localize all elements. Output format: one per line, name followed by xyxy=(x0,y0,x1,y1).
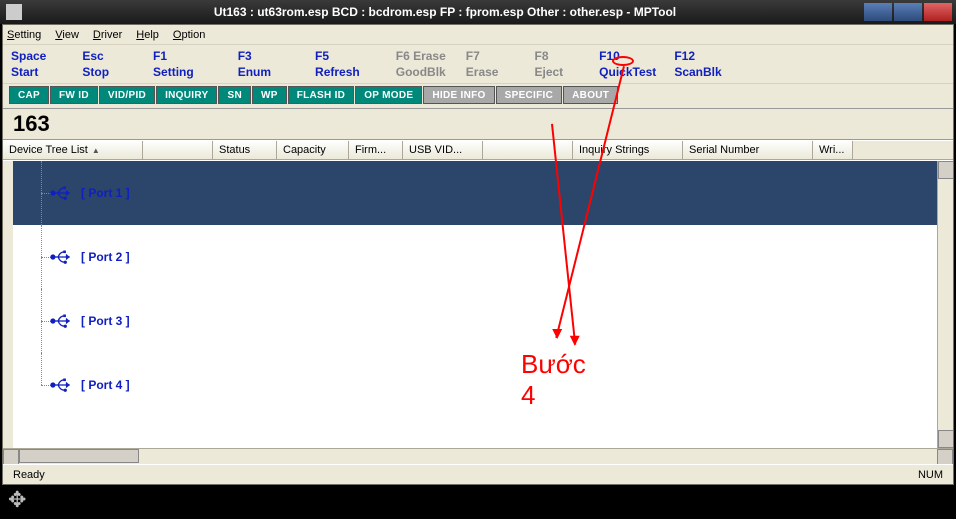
move-cursor-icon: ✥ xyxy=(8,487,26,513)
menu-setting[interactable]: Setting xyxy=(7,29,41,41)
status-num: NUM xyxy=(912,469,949,481)
toolbar: CAPFW IDVID/PIDINQUIRYSNWPFLASH IDOP MOD… xyxy=(3,84,953,109)
toolbar-hide-info[interactable]: HIDE INFO xyxy=(423,86,494,104)
function-key-bar: SpaceStart EscStop F1Setting F3Enum F5Refres… xyxy=(3,45,953,84)
port-label: [ Port 2 ] xyxy=(81,250,130,264)
app-icon xyxy=(6,4,22,20)
menubar: Setting View Driver Help Option xyxy=(3,25,953,45)
usb-icon xyxy=(49,376,75,394)
port-3[interactable]: [ Port 3 ] xyxy=(13,289,937,353)
header-blank[interactable] xyxy=(483,141,573,159)
maximize-button[interactable] xyxy=(894,3,922,21)
port-4[interactable]: [ Port 4 ] xyxy=(13,353,937,417)
toolbar-cap[interactable]: CAP xyxy=(9,86,49,104)
fkey-f5[interactable]: F5Refresh xyxy=(315,49,360,79)
usb-icon xyxy=(49,312,75,330)
header-inquiry-strings[interactable]: Inquiry Strings xyxy=(573,141,683,159)
toolbar-about[interactable]: ABOUT xyxy=(563,86,618,104)
fkey-space[interactable]: SpaceStart xyxy=(11,49,46,79)
toolbar-wp[interactable]: WP xyxy=(252,86,287,104)
header-wri-[interactable]: Wri... xyxy=(813,141,853,159)
header-device-tree-list[interactable]: Device Tree List▲ xyxy=(3,141,143,159)
toolbar-sn[interactable]: SN xyxy=(218,86,251,104)
count-value: 163 xyxy=(3,109,953,140)
toolbar-inquiry[interactable]: INQUIRY xyxy=(156,86,217,104)
fkey-esc[interactable]: EscStop xyxy=(82,49,109,79)
toolbar-vid-pid[interactable]: VID/PID xyxy=(99,86,155,104)
vertical-scrollbar[interactable] xyxy=(937,161,953,448)
usb-icon xyxy=(49,184,75,202)
toolbar-specific[interactable]: SPECIFIC xyxy=(496,86,563,104)
toolbar-fw-id[interactable]: FW ID xyxy=(50,86,98,104)
port-2[interactable]: [ Port 2 ] xyxy=(13,225,937,289)
port-label: [ Port 4 ] xyxy=(81,378,130,392)
fkey-f12[interactable]: F12ScanBlk xyxy=(674,49,721,79)
menu-help[interactable]: Help xyxy=(136,29,159,41)
header-serial-number[interactable]: Serial Number xyxy=(683,141,813,159)
port-1[interactable]: [ Port 1 ] xyxy=(13,161,937,225)
header-blank[interactable] xyxy=(143,141,213,159)
fkey-f1[interactable]: F1Setting xyxy=(153,49,194,79)
header-status[interactable]: Status xyxy=(213,141,277,159)
toolbar-flash-id[interactable]: FLASH ID xyxy=(288,86,355,104)
header-usb-vid-[interactable]: USB VID... xyxy=(403,141,483,159)
horizontal-scrollbar[interactable] xyxy=(3,448,953,464)
menu-option[interactable]: Option xyxy=(173,29,205,41)
fkey-f10[interactable]: F10QuickTest xyxy=(599,49,656,79)
usb-icon xyxy=(49,248,75,266)
header-capacity[interactable]: Capacity xyxy=(277,141,349,159)
fkey-f7[interactable]: F7Erase xyxy=(466,49,499,79)
header-firm-[interactable]: Firm... xyxy=(349,141,403,159)
device-tree: [ Port 1 ] [ Port 2 ] [ Port 3 ] [ Port 4 ] xyxy=(13,161,937,448)
minimize-button[interactable] xyxy=(864,3,892,21)
status-ready: Ready xyxy=(7,469,51,481)
menu-driver[interactable]: Driver xyxy=(93,29,122,41)
column-headers: Device Tree List▲ StatusCapacityFirm...US… xyxy=(3,140,953,160)
menu-view[interactable]: View xyxy=(55,29,79,41)
status-bar: Ready NUM xyxy=(3,464,953,484)
close-button[interactable] xyxy=(924,3,952,21)
window-title: Ut163 : ut63rom.esp BCD : bcdrom.esp FP … xyxy=(26,5,864,19)
fkey-f3[interactable]: F3Enum xyxy=(238,49,271,79)
fkey-f6-erase[interactable]: F6 EraseGoodBlk xyxy=(396,49,446,79)
toolbar-op-mode[interactable]: OP MODE xyxy=(355,86,422,104)
fkey-f8[interactable]: F8Eject xyxy=(534,49,563,79)
port-label: [ Port 1 ] xyxy=(81,186,130,200)
port-label: [ Port 3 ] xyxy=(81,314,130,328)
